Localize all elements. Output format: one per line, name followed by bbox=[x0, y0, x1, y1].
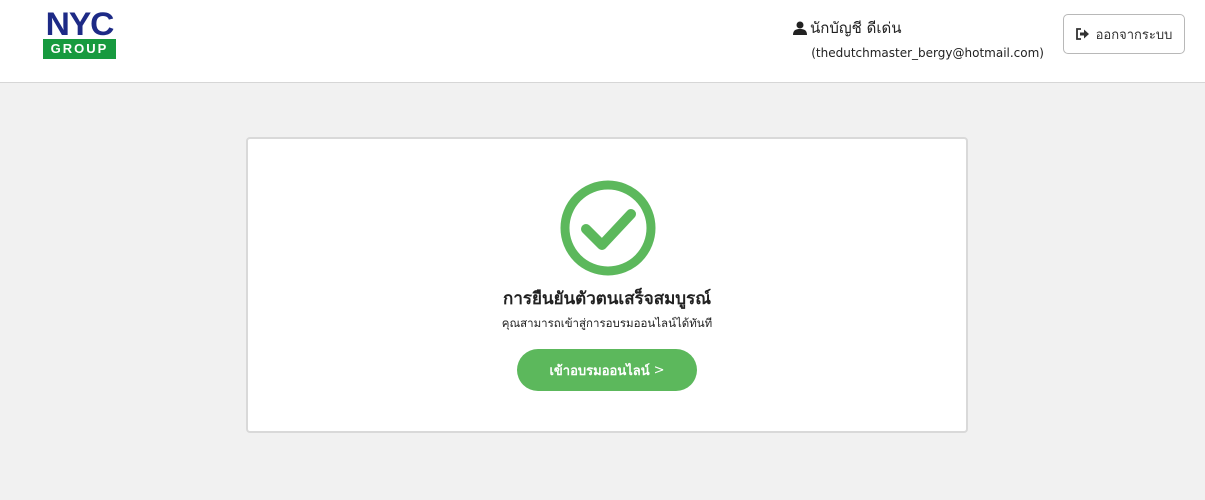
logout-label: ออกจากระบบ bbox=[1095, 27, 1173, 43]
check-circle-icon bbox=[559, 179, 657, 277]
user-email: (thedutchmaster_bergy@hotmail.com) bbox=[811, 46, 1044, 60]
logo-top-text: NYC bbox=[45, 6, 115, 42]
user-info: นักบัญชี ดีเด่น (thedutchmaster_bergy@ho… bbox=[700, 16, 1044, 60]
verification-title: การยืนยันตัวตนเสร็จสมบูรณ์ bbox=[503, 289, 711, 309]
user-name: นักบัญชี ดีเด่น bbox=[810, 19, 902, 37]
enter-online-training-button[interactable]: เข้าอบรมออนไลน์ > bbox=[517, 349, 697, 391]
verification-subtitle: คุณสามารถเข้าสู่การอบรมออนไลน์ได้ทันที bbox=[501, 316, 713, 330]
chevron-right-icon: > bbox=[653, 362, 665, 378]
logo-bottom-text: GROUP bbox=[43, 39, 116, 59]
enter-button-label: เข้าอบรมออนไลน์ bbox=[549, 363, 650, 379]
user-icon bbox=[793, 21, 807, 35]
nyc-group-logo[interactable]: NYC GROUP bbox=[43, 6, 116, 59]
logout-button[interactable]: ออกจากระบบ bbox=[1063, 14, 1185, 54]
verification-card: การยืนยันตัวตนเสร็จสมบูรณ์ คุณสามารถเข้า… bbox=[246, 137, 968, 433]
top-header: NYC GROUP นักบัญชี ดีเด่น (thedutchmaste… bbox=[0, 0, 1205, 83]
sign-out-icon bbox=[1075, 28, 1090, 40]
user-name-row: นักบัญชี ดีเด่น bbox=[700, 16, 1044, 40]
